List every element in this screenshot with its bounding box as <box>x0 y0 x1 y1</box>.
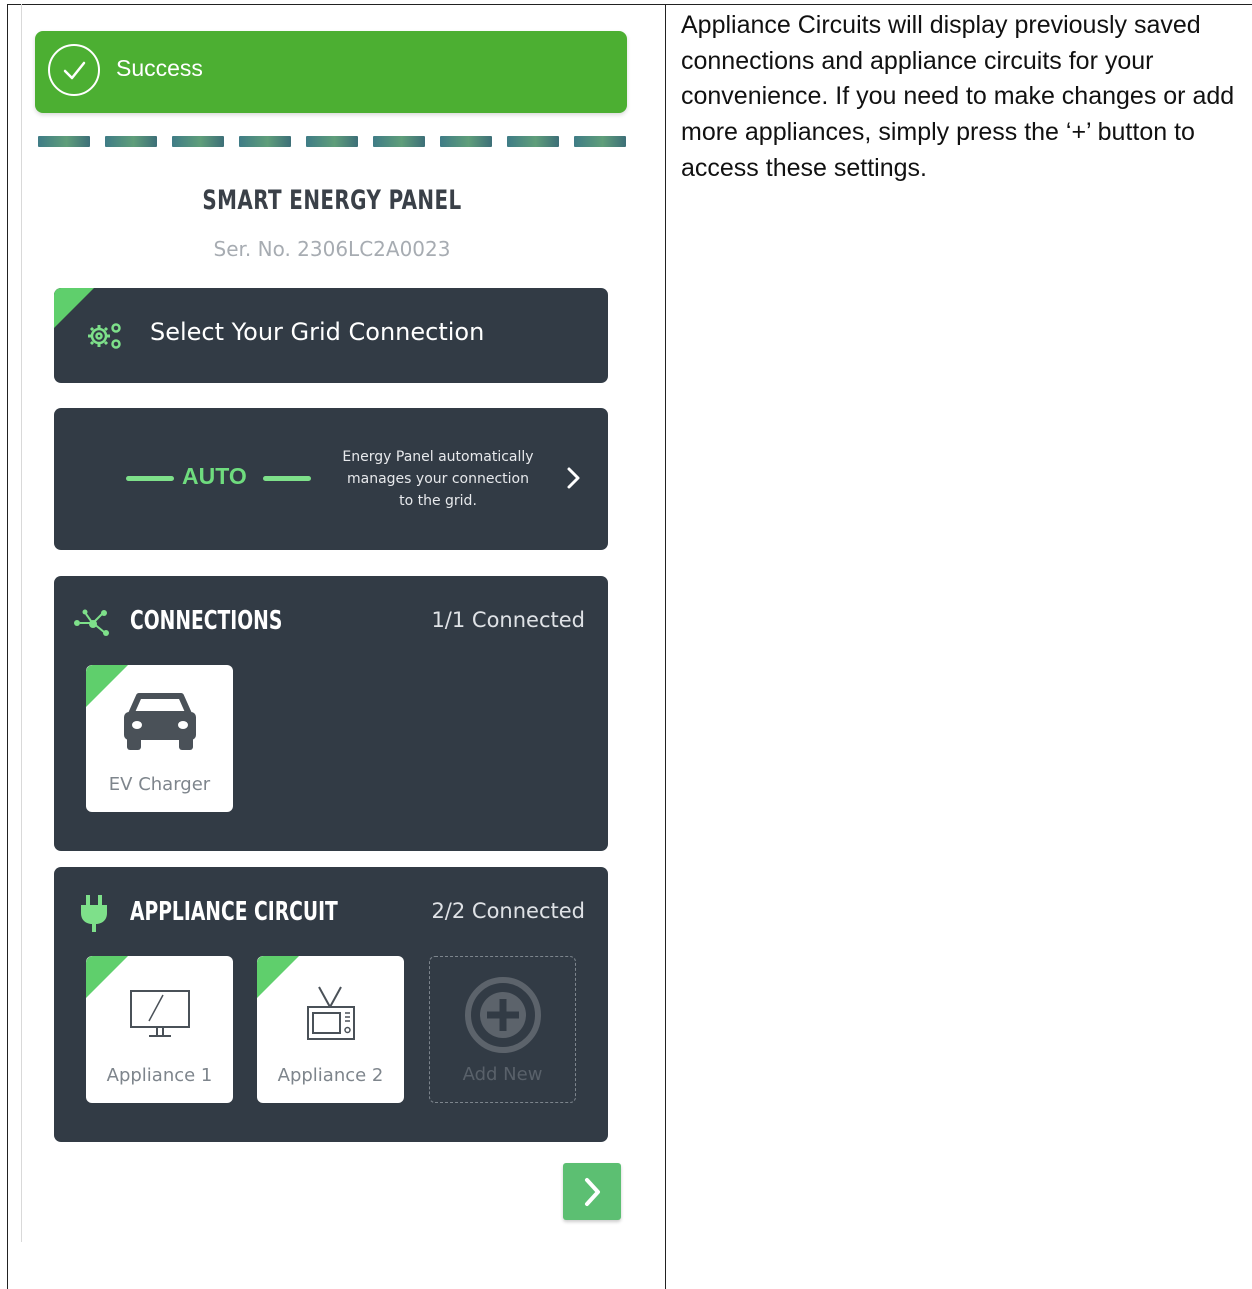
gears-icon <box>86 320 126 356</box>
success-toast: Success <box>35 31 627 113</box>
appliance-tile-1[interactable]: Appliance 1 <box>86 956 233 1103</box>
car-icon <box>121 690 199 758</box>
table-border-left <box>7 4 8 1289</box>
next-button[interactable] <box>563 1163 621 1220</box>
phone-screen: Success SMART ENERGY PANEL Ser. No. 2306… <box>22 5 642 1242</box>
add-new-label: Add New <box>462 1064 543 1085</box>
toast-message: Success <box>116 55 203 81</box>
appliance-circuit-title: APPLIANCE CIRCUIT <box>130 897 338 927</box>
corner-accent <box>86 956 128 998</box>
chevron-right-icon <box>583 1176 603 1212</box>
tile-label: EV Charger <box>108 774 211 795</box>
corner-accent <box>257 956 299 998</box>
auto-description: Energy Panel automatically manages your … <box>342 449 534 509</box>
connections-card: CONNECTIONS 1/1 Connected EV Charger <box>54 576 608 851</box>
connections-title: CONNECTIONS <box>130 606 283 636</box>
tile-label: Appliance 2 <box>277 1065 384 1086</box>
tv-icon <box>306 985 356 1047</box>
auto-line-left <box>126 476 174 481</box>
connections-count: 1/1 Connected <box>431 608 585 632</box>
header-stripe <box>38 136 626 148</box>
auto-line-right <box>263 476 311 481</box>
table-border-middle <box>665 4 666 1289</box>
plug-icon <box>80 895 108 937</box>
serial-number: Ser. No. 2306LC2A0023 <box>213 237 451 261</box>
grid-connection-card[interactable]: Select Your Grid Connection <box>54 288 608 383</box>
appliance-tile-2[interactable]: Appliance 2 <box>257 956 404 1103</box>
monitor-icon <box>129 989 191 1043</box>
grid-connection-label: Select Your Grid Connection <box>150 318 485 346</box>
tile-label: Appliance 1 <box>106 1065 213 1086</box>
auto-mode-label: AUTO <box>182 463 247 489</box>
appliance-circuit-count: 2/2 Connected <box>431 899 585 923</box>
auto-mode-card[interactable]: AUTO Energy Panel automatically manages … <box>54 408 608 550</box>
chevron-right-icon[interactable] <box>566 466 582 494</box>
page-title: SMART ENERGY PANEL <box>202 185 462 216</box>
connection-tile-ev-charger[interactable]: EV Charger <box>86 665 233 812</box>
add-new-button[interactable]: Add New <box>429 956 576 1103</box>
check-circle-icon <box>48 44 100 96</box>
description-text: Appliance Circuits will display previous… <box>681 11 1235 182</box>
network-icon <box>74 609 114 641</box>
appliance-circuit-card: APPLIANCE CIRCUIT 2/2 Connected Applianc… <box>54 867 608 1142</box>
plus-circle-icon <box>463 975 543 1059</box>
